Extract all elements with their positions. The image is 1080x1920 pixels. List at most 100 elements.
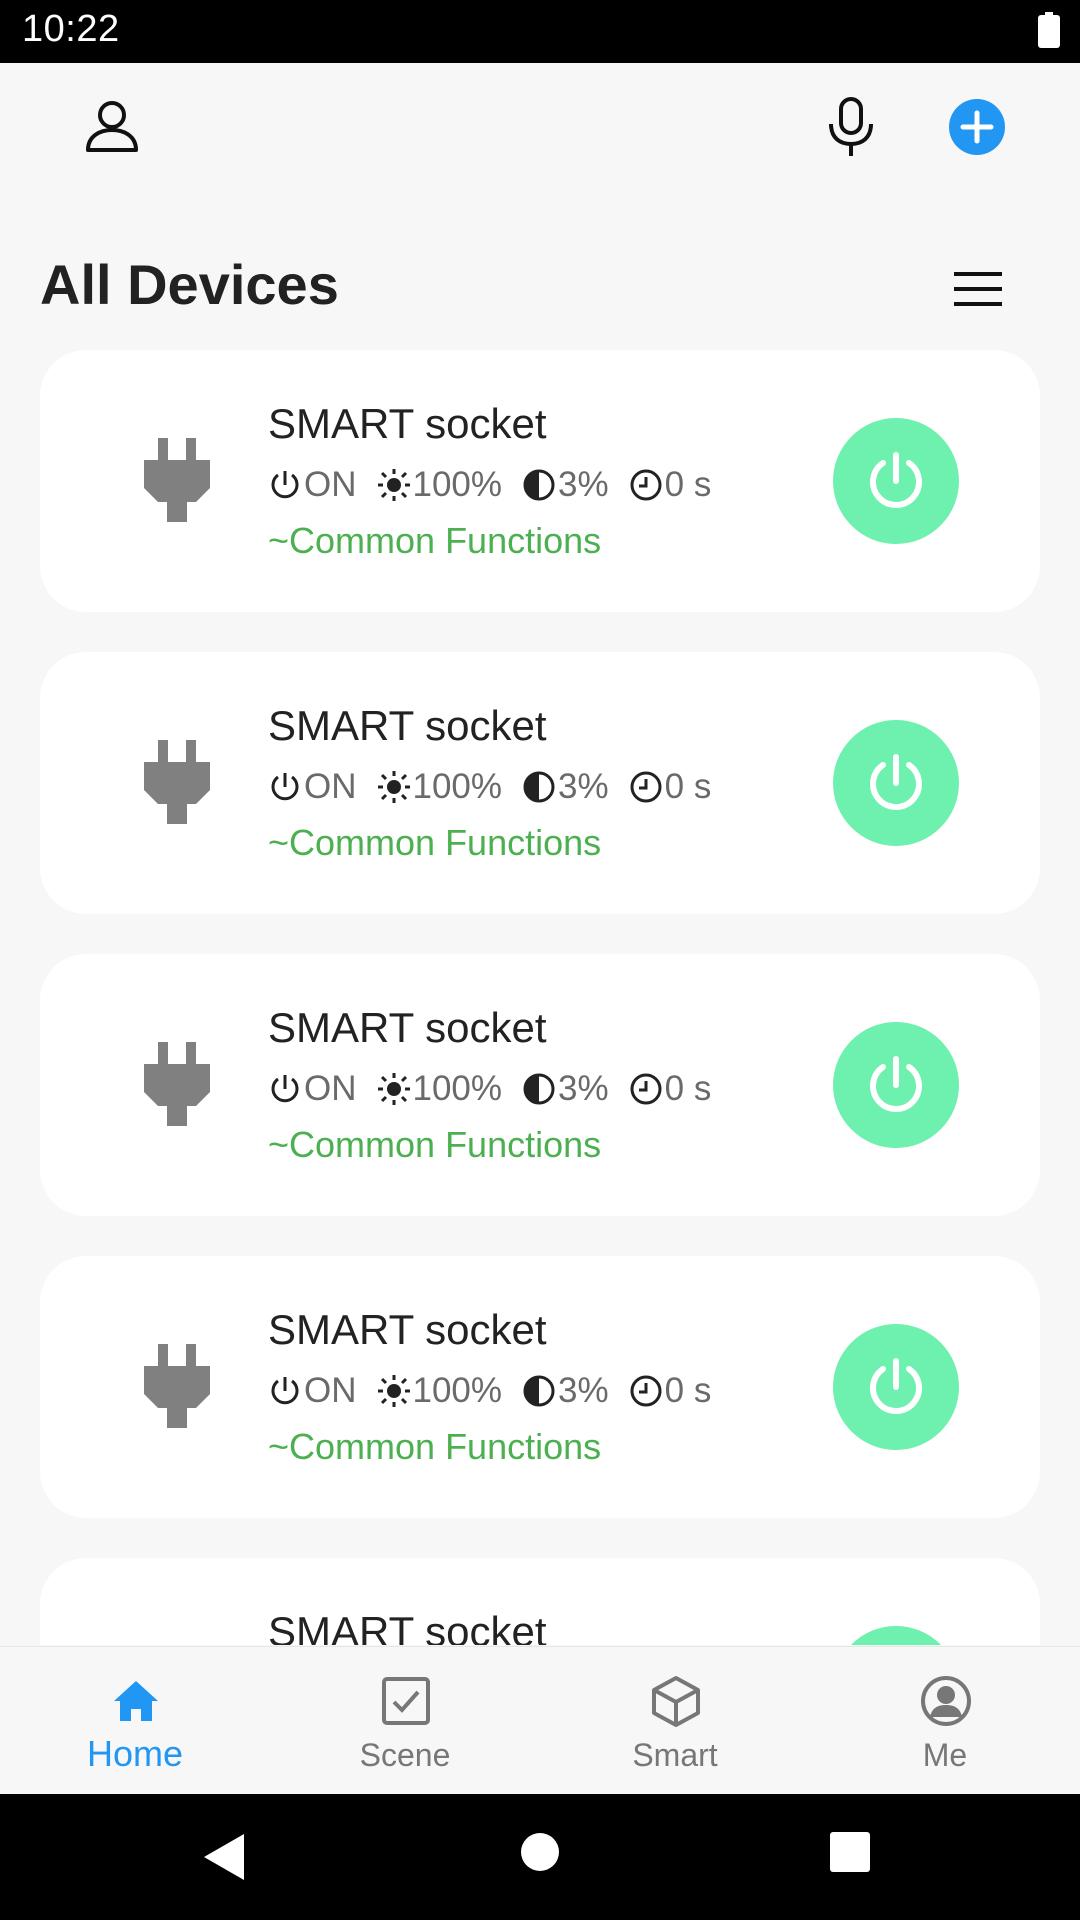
device-stats: ON 100% 3% 0 s xyxy=(268,462,731,508)
contrast-icon xyxy=(523,1073,555,1105)
power-icon xyxy=(870,1056,922,1112)
timer-value: 0 s xyxy=(664,767,712,806)
person-circle-icon xyxy=(921,1676,971,1726)
timer-value: 0 s xyxy=(664,1371,712,1410)
common-functions-link[interactable]: ~Common Functions xyxy=(268,822,601,864)
nav-item-smart[interactable]: Smart xyxy=(540,1647,810,1795)
power-state-stat: ON xyxy=(268,767,357,807)
common-functions-link[interactable]: ~Common Functions xyxy=(268,520,601,562)
menu-icon[interactable] xyxy=(954,270,1002,308)
app-screen: 10:22 All Devices SMART socket ON 100% 3… xyxy=(0,0,1080,1920)
contrast-stat: 3% xyxy=(522,767,609,807)
contrast-icon xyxy=(523,469,555,501)
common-functions-link[interactable]: ~Common Functions xyxy=(268,1426,601,1468)
brightness-icon xyxy=(377,771,410,803)
power-toggle-button[interactable] xyxy=(833,1022,959,1148)
power-icon xyxy=(870,452,922,508)
power-state-stat: ON xyxy=(268,1069,357,1109)
brightness-value: 100% xyxy=(412,1371,503,1410)
timer-stat: 0 s xyxy=(629,767,712,807)
device-name: SMART socket xyxy=(268,1608,547,1645)
brightness-icon xyxy=(377,1073,410,1105)
profile-icon[interactable] xyxy=(84,98,140,154)
contrast-value: 3% xyxy=(558,1371,609,1410)
power-toggle-button[interactable] xyxy=(833,720,959,846)
back-icon[interactable] xyxy=(204,1834,244,1880)
power-toggle-button[interactable] xyxy=(833,1626,959,1645)
checkbox-icon xyxy=(382,1677,430,1725)
power-icon xyxy=(271,1377,299,1405)
brightness-icon xyxy=(377,1375,410,1407)
timer-value: 0 s xyxy=(664,1069,712,1108)
recent-apps-icon[interactable] xyxy=(830,1832,870,1872)
power-toggle-button[interactable] xyxy=(833,1324,959,1450)
power-icon xyxy=(271,1075,299,1103)
home-icon xyxy=(114,1681,158,1721)
device-card[interactable]: SMART socket ON 100% xyxy=(40,954,1040,1216)
power-toggle-button[interactable] xyxy=(833,418,959,544)
device-name: SMART socket xyxy=(268,1306,547,1353)
nav-item-me[interactable]: Me xyxy=(810,1647,1080,1795)
nav-item-home[interactable]: Home xyxy=(0,1647,270,1795)
power-state-stat: ON xyxy=(268,1371,357,1411)
cube-icon xyxy=(652,1676,700,1727)
timer-stat: 0 s xyxy=(629,465,712,505)
brightness-stat: 100% xyxy=(377,1069,503,1109)
power-icon xyxy=(271,471,299,499)
brightness-value: 100% xyxy=(412,767,503,806)
contrast-value: 3% xyxy=(558,1069,609,1108)
plug-icon xyxy=(144,740,210,824)
device-stats: ON 100% 3% 0 s xyxy=(268,764,731,810)
power-state-value: ON xyxy=(304,767,357,806)
status-time: 10:22 xyxy=(22,8,120,50)
timer-stat: 0 s xyxy=(629,1069,712,1109)
brightness-icon xyxy=(377,469,410,501)
device-card[interactable]: SMART socket ON 100% xyxy=(40,350,1040,612)
status-bar: 10:22 xyxy=(0,0,1080,63)
nav-label-me: Me xyxy=(922,1737,968,1773)
battery-icon xyxy=(1038,12,1060,48)
brightness-stat: 100% xyxy=(377,767,503,807)
brightness-value: 100% xyxy=(412,1069,503,1108)
device-stats: ON 100% 3% 0 s xyxy=(268,1368,731,1414)
contrast-stat: 3% xyxy=(522,1371,609,1411)
bottom-navigation: Home Scene Smart Me xyxy=(0,1646,1080,1794)
power-icon xyxy=(870,1358,922,1414)
device-card[interactable]: SMART socket ON 100% xyxy=(40,1558,1040,1645)
clock-icon xyxy=(630,1375,662,1407)
system-navigation-bar xyxy=(0,1794,1080,1920)
nav-label-scene: Scene xyxy=(359,1737,451,1773)
home-circle-icon[interactable] xyxy=(520,1832,560,1872)
plug-icon xyxy=(144,1344,210,1428)
contrast-value: 3% xyxy=(558,465,609,504)
timer-value: 0 s xyxy=(664,465,712,504)
contrast-stat: 3% xyxy=(522,465,609,505)
power-icon xyxy=(870,754,922,810)
power-icon xyxy=(271,773,299,801)
plug-icon xyxy=(144,438,210,522)
device-card[interactable]: SMART socket ON 100% xyxy=(40,652,1040,914)
contrast-icon xyxy=(523,1375,555,1407)
brightness-value: 100% xyxy=(412,465,503,504)
device-card[interactable]: SMART socket ON 100% xyxy=(40,1256,1040,1518)
page-title: All Devices xyxy=(40,253,339,316)
add-device-button[interactable] xyxy=(946,96,1008,158)
power-state-value: ON xyxy=(304,465,357,504)
contrast-icon xyxy=(523,771,555,803)
contrast-value: 3% xyxy=(558,767,609,806)
device-name: SMART socket xyxy=(268,702,547,749)
clock-icon xyxy=(630,469,662,501)
common-functions-link[interactable]: ~Common Functions xyxy=(268,1124,601,1166)
microphone-icon[interactable] xyxy=(820,96,882,158)
nav-label-home: Home xyxy=(86,1733,184,1774)
power-state-stat: ON xyxy=(268,465,357,505)
device-name: SMART socket xyxy=(268,400,547,447)
clock-icon xyxy=(630,771,662,803)
device-name: SMART socket xyxy=(268,1004,547,1051)
timer-stat: 0 s xyxy=(629,1371,712,1411)
contrast-stat: 3% xyxy=(522,1069,609,1109)
device-stats: ON 100% 3% 0 s xyxy=(268,1066,731,1112)
nav-item-scene[interactable]: Scene xyxy=(270,1647,540,1795)
nav-label-smart: Smart xyxy=(632,1737,718,1773)
plug-icon xyxy=(144,1042,210,1126)
